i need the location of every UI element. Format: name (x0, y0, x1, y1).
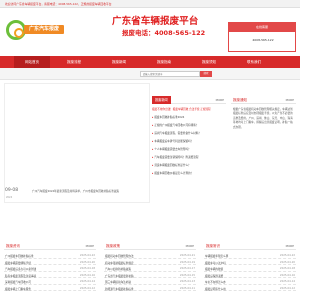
table-row[interactable]: 车主不在场怎么办 2025-04-14 (204, 279, 296, 285)
hero-image[interactable] (4, 83, 150, 203)
nav-notice[interactable]: 报废须知 (191, 56, 227, 68)
list3-more[interactable]: MORE (286, 242, 294, 250)
table-row[interactable]: 汽车报废后多久可以拿到钱 2025-04-18 (4, 266, 96, 272)
nav-home[interactable]: 网站首页 (14, 56, 50, 68)
hot-news-tab[interactable]: 报废新闻 (152, 96, 171, 104)
table-row[interactable]: 广州报废车回收补贴标准 2025-04-22 (4, 253, 96, 259)
list2-header: 报废政策 MORE (104, 242, 196, 250)
table-row[interactable]: 机动车强制报废标准规定 2025-04-19 (104, 260, 196, 265)
table-row[interactable]: 报废车辆需要哪些手续 2025-04-20 (4, 260, 96, 265)
list3-header: 报废常识 MORE (204, 242, 296, 250)
list1-header: 报废资讯 MORE (4, 242, 96, 250)
logo-text: 广东汽车报废 (24, 25, 64, 34)
list-item[interactable]: ▸个人车辆报废需要去车管所吗？ (152, 147, 226, 151)
logo-ring-icon (6, 20, 26, 40)
table-row[interactable]: 报废车可以过户吗 2025-04-20 (204, 260, 296, 265)
list-item[interactable]: ▸营运车辆报废回收标准是什么？ (152, 163, 226, 167)
service-panel-body: 4008-565-122 (228, 32, 296, 52)
table-row[interactable]: 车辆报废年限怎么算 2025-04-22 (204, 253, 296, 259)
list2: 报废机动车回收管理办法 2025-04-21 机动车强制报废标准规定 2025-04… (104, 253, 196, 293)
table-row[interactable]: 报废车辆的残值 2025-04-18 (204, 266, 296, 272)
nav-contact[interactable]: 联系我们 (236, 56, 272, 68)
hot-news-header: 报废新闻 MORE (152, 96, 226, 104)
list2-more[interactable]: MORE (186, 242, 194, 250)
nav-news[interactable]: 报废新闻 (101, 56, 137, 68)
notice-header: 报废通知 MORE (231, 96, 296, 104)
nav-process[interactable]: 报废流程 (56, 56, 92, 68)
nav-guide[interactable]: 报废指南 (146, 56, 182, 68)
list-item[interactable]: ▸报废车回收补贴标准2024 (152, 115, 226, 119)
site-logo[interactable]: 广东汽车报废 (6, 20, 64, 42)
hot-news-list: 报废不用你出钱！报废车辆回收 合法手续 正规流程 ▸报废车回收补贴标准2024 … (152, 107, 226, 193)
notice-more[interactable]: MORE (286, 96, 294, 104)
table-row[interactable]: 深圳报废汽车回收公司 2025-04-14 (4, 279, 96, 285)
search-bar: 搜索 (0, 68, 300, 80)
list1-tab[interactable]: 报废资讯 (6, 242, 20, 250)
search-button[interactable]: 搜索 (200, 71, 212, 77)
notice-text: 根据广东省报废机动车回收管理相关规定，车辆达到报废标准后应及时办理报废手续，以免… (233, 108, 293, 129)
table-row[interactable]: 广东省汽车报废更新补贴 2025-04-15 (104, 273, 196, 278)
list1: 广州报废车回收补贴标准 2025-04-22 报废车辆需要哪些手续 2025-04-… (4, 253, 96, 293)
list-item[interactable]: ▸正规的广州报废汽车回收公司有哪些？ (152, 123, 226, 127)
service-panel: 在线客服 4008-565-122 (228, 22, 296, 52)
site-title: 广东省车辆报废平台 (112, 16, 199, 27)
list3-tab[interactable]: 报废常识 (206, 242, 220, 250)
list3: 车辆报废年限怎么算 2025-04-22 报废车可以过户吗 2025-04-20 报… (204, 253, 296, 293)
list1-more[interactable]: MORE (86, 242, 94, 250)
table-row[interactable]: 国三车辆提前淘汰补贴 2025-04-13 (104, 279, 196, 285)
notice-tab[interactable]: 报废通知 (233, 96, 247, 104)
list-item[interactable]: ▸报废车辆回收价格是怎么计算的？ (152, 171, 226, 175)
hero-description[interactable]: 广州汽车报废2024年最新流程及材料清单，广州市报废车回收补贴标准政策 (32, 190, 144, 194)
hero-date: 09-08 (5, 188, 19, 193)
list-item[interactable]: ▸汽车报废需要注销保险吗？附退费流程 (152, 155, 226, 159)
table-row[interactable]: 报废机动车回收管理办法 2025-04-21 (104, 253, 196, 259)
logo-inner-ring-icon (14, 28, 24, 38)
list2-tab[interactable]: 报废政策 (106, 242, 120, 250)
table-row[interactable]: 新能源汽车报废补贴标准 2025-04-11 (104, 286, 196, 291)
table-row[interactable]: 汽车以旧换新补贴政策 2025-04-17 (104, 266, 196, 272)
hero-year: 2024 (6, 196, 13, 199)
table-row[interactable]: 报废证明有什么用 2025-04-12 (204, 286, 296, 291)
table-row[interactable]: 报废后保险退费 2025-04-16 (204, 273, 296, 278)
search-input[interactable] (140, 71, 200, 77)
service-phone: 4008-565-122 (252, 38, 274, 42)
hot-news-more[interactable]: MORE (216, 96, 224, 104)
list-item[interactable]: ▸深圳汽车报废流程，需要准备什么材料？ (152, 131, 226, 135)
top-bar: 欢迎访问广东省车辆报废平台，客服电话：4008-565-122，正规的报废车辆回… (0, 0, 300, 8)
main-nav: 网站首页 报废流程 报废新闻 报废指南 报废须知 联系我们 (0, 56, 300, 68)
table-row[interactable]: 私家车报废流程及注意事项 2025-04-16 (4, 273, 96, 278)
service-panel-head[interactable]: 在线客服 (228, 22, 296, 32)
list-item[interactable]: ▸车辆报废后车牌号码还能保留吗？ (152, 139, 226, 143)
site-header: 广东汽车报废 广东省车辆报废平台 报废电话：4008-565-122 在线客服 … (0, 8, 300, 52)
welcome-text: 欢迎访问广东省车辆报废平台，客服电话：4008-565-122，正规的报废车辆回… (5, 2, 112, 6)
table-row[interactable]: 报废车辆上门拖车服务 2025-04-12 (4, 286, 96, 291)
site-phone: 报废电话：4008-565-122 (122, 29, 206, 37)
hot-news-headline[interactable]: 报废不用你出钱！报废车辆回收 合法手续 正规流程 (152, 107, 226, 111)
